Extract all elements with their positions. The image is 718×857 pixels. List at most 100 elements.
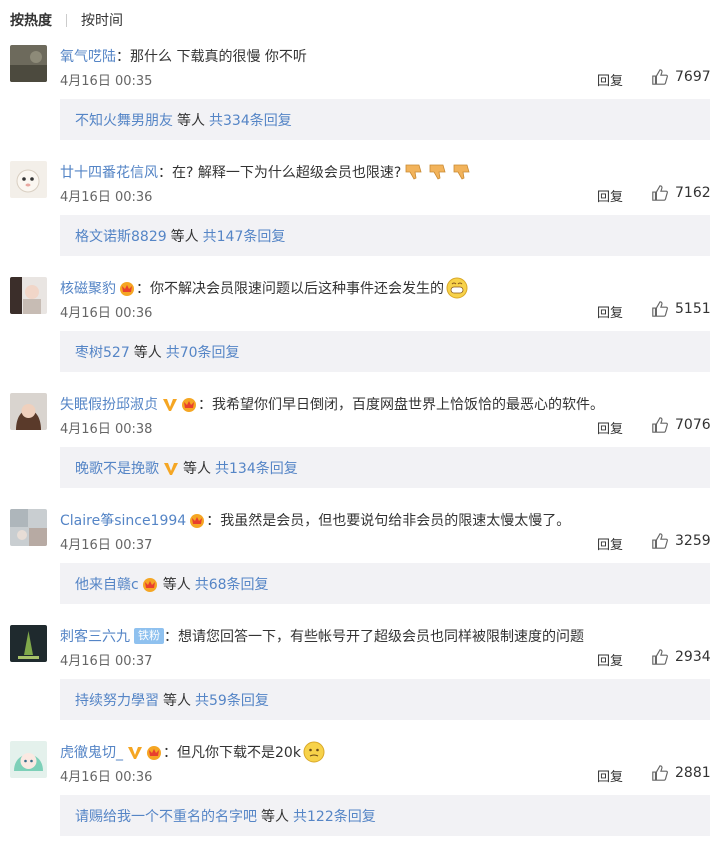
sort-by-time-tab[interactable]: 按时间 bbox=[81, 10, 123, 30]
thumbs-up-icon bbox=[652, 649, 668, 665]
verified-v-icon bbox=[162, 396, 178, 412]
comment-username[interactable]: 氧气呓陆 bbox=[60, 46, 116, 66]
sub-reply-user[interactable]: 枣树527 bbox=[75, 342, 130, 362]
like-button[interactable]: 5151 bbox=[651, 300, 711, 318]
comment-date: 4月16日 00:36 bbox=[60, 306, 153, 321]
sub-reply-count[interactable]: 共122条回复 bbox=[293, 806, 376, 826]
sub-reply-count[interactable]: 共68条回复 bbox=[195, 574, 269, 594]
thumbs-up-icon bbox=[652, 765, 668, 781]
thumbs-up-icon bbox=[652, 417, 668, 433]
sub-reply-summary[interactable]: 格文诺斯8829 等人 共147条回复 bbox=[60, 215, 710, 256]
comment-line: 刺客三六九 铁粉 ： 想请您回答一下，有些帐号开了超级会员也同样被限制速度的问题 bbox=[60, 625, 584, 647]
vip-crown-icon bbox=[188, 511, 206, 529]
comment-username[interactable]: 核磁聚豹 bbox=[60, 278, 116, 298]
verified-v-icon bbox=[163, 460, 179, 476]
sort-bar: 按热度 按时间 bbox=[10, 9, 123, 31]
like-count: 3259 bbox=[675, 533, 711, 549]
sort-by-hot-tab[interactable]: 按热度 bbox=[10, 10, 52, 30]
comment-date: 4月16日 00:38 bbox=[60, 422, 153, 437]
like-count: 2881 bbox=[675, 765, 711, 781]
reply-button[interactable]: 回复 bbox=[597, 186, 623, 205]
sub-reply-summary[interactable]: 请赐给我一个不重名的名字吧 等人 共122条回复 bbox=[60, 795, 710, 836]
like-button[interactable]: 7076 bbox=[651, 416, 711, 434]
sub-reply-user[interactable]: 请赐给我一个不重名的名字吧 bbox=[75, 806, 257, 826]
sub-reply-user[interactable]: 他来自赣c bbox=[75, 574, 139, 594]
like-count: 5151 bbox=[675, 301, 711, 317]
thumbs-up-icon bbox=[652, 185, 668, 201]
divider bbox=[66, 13, 67, 27]
comment-item: 刺客三六九 铁粉 ： 想请您回答一下，有些帐号开了超级会员也同样被限制速度的问题… bbox=[0, 625, 718, 741]
sub-reply-user[interactable]: 不知火舞男朋友 bbox=[75, 110, 173, 130]
sub-reply-user[interactable]: 晚歌不是挽歌 bbox=[75, 458, 159, 478]
reply-button[interactable]: 回复 bbox=[597, 766, 623, 785]
comment-line: Claire筝since1994 ： 我虽然是会员，但也要说句给非会员的限速太慢… bbox=[60, 509, 570, 531]
fan-badge: 铁粉 bbox=[134, 628, 164, 644]
vip-crown-icon bbox=[145, 743, 163, 761]
avatar[interactable] bbox=[10, 393, 47, 430]
sub-reply-user[interactable]: 格文诺斯8829 bbox=[75, 226, 167, 246]
thumbs-down-emoji-icon bbox=[451, 161, 473, 183]
like-button[interactable]: 7162 bbox=[651, 184, 711, 202]
avatar[interactable] bbox=[10, 741, 47, 778]
comment-line: 廿十四番花信风 ： 在? 解释一下为什么超级会员也限速? bbox=[60, 161, 473, 183]
sub-reply-count[interactable]: 共147条回复 bbox=[203, 226, 286, 246]
comment-username[interactable]: Claire筝since1994 bbox=[60, 510, 186, 530]
comment-text: 在? 解释一下为什么超级会员也限速? bbox=[172, 165, 402, 181]
comment-date: 4月16日 00:37 bbox=[60, 654, 153, 669]
comment-text: 想请您回答一下，有些帐号开了超级会员也同样被限制速度的问题 bbox=[178, 629, 584, 645]
sub-reply-count[interactable]: 共59条回复 bbox=[195, 690, 269, 710]
thinking-emoji-icon bbox=[303, 741, 325, 763]
comment-date: 4月16日 00:36 bbox=[60, 770, 153, 785]
sub-reply-summary[interactable]: 他来自赣c 等人 共68条回复 bbox=[60, 563, 710, 604]
like-button[interactable]: 7697 bbox=[651, 68, 711, 86]
vip-crown-icon bbox=[141, 575, 159, 593]
thumbs-down-emoji-icon bbox=[403, 161, 425, 183]
comment-date: 4月16日 00:35 bbox=[60, 74, 153, 89]
like-count: 2934 bbox=[675, 649, 711, 665]
comment-line: 氧气呓陆 ： 那什么 下载真的很慢 你不听 bbox=[60, 45, 307, 67]
sub-reply-summary[interactable]: 晚歌不是挽歌 等人 共134条回复 bbox=[60, 447, 710, 488]
reply-button[interactable]: 回复 bbox=[597, 302, 623, 321]
comment-text: 我希望你们早日倒闭，百度网盘世界上恰饭恰的最恶心的软件。 bbox=[212, 397, 604, 413]
comment-text: 那什么 下载真的很慢 你不听 bbox=[130, 49, 307, 65]
reply-button[interactable]: 回复 bbox=[597, 70, 623, 89]
like-count: 7162 bbox=[675, 185, 711, 201]
sub-reply-summary[interactable]: 不知火舞男朋友 等人 共334条回复 bbox=[60, 99, 710, 140]
like-button[interactable]: 2881 bbox=[651, 764, 711, 782]
avatar[interactable] bbox=[10, 277, 47, 314]
comment-item: 氧气呓陆 ： 那什么 下载真的很慢 你不听 4月16日 00:35 回复 769… bbox=[0, 45, 718, 161]
comment-item: 廿十四番花信风 ： 在? 解释一下为什么超级会员也限速? 4月16日 00:36… bbox=[0, 161, 718, 277]
like-button[interactable]: 3259 bbox=[651, 532, 711, 550]
avatar[interactable] bbox=[10, 161, 47, 198]
avatar[interactable] bbox=[10, 45, 47, 82]
sub-reply-user[interactable]: 持续努力學習 bbox=[75, 690, 159, 710]
comment-username[interactable]: 失眠假扮邱淑贞 bbox=[60, 394, 158, 414]
avatar[interactable] bbox=[10, 509, 47, 546]
like-count: 7697 bbox=[675, 69, 711, 85]
vip-crown-icon bbox=[180, 395, 198, 413]
comment-item: 核磁聚豹 ： 你不解决会员限速问题以后这种事件还会发生的 4月16日 00:36… bbox=[0, 277, 718, 393]
sub-reply-count[interactable]: 共70条回复 bbox=[166, 342, 240, 362]
reply-button[interactable]: 回复 bbox=[597, 418, 623, 437]
sub-reply-count[interactable]: 共134条回复 bbox=[215, 458, 298, 478]
reply-button[interactable]: 回复 bbox=[597, 534, 623, 553]
sub-reply-count[interactable]: 共334条回复 bbox=[209, 110, 292, 130]
grin-emoji-icon bbox=[446, 277, 468, 299]
reply-button[interactable]: 回复 bbox=[597, 650, 623, 669]
comment-username[interactable]: 廿十四番花信风 bbox=[60, 162, 158, 182]
comment-username[interactable]: 虎徹鬼切_ bbox=[60, 742, 123, 762]
thumbs-up-icon bbox=[652, 69, 668, 85]
like-button[interactable]: 2934 bbox=[651, 648, 711, 666]
thumbs-up-icon bbox=[652, 533, 668, 549]
sub-reply-summary[interactable]: 枣树527 等人 共70条回复 bbox=[60, 331, 710, 372]
comment-date: 4月16日 00:36 bbox=[60, 190, 153, 205]
avatar[interactable] bbox=[10, 625, 47, 662]
comment-text: 但凡你下载不是20k bbox=[177, 745, 301, 761]
comment-line: 虎徹鬼切_ ： 但凡你下载不是20k bbox=[60, 741, 325, 763]
like-count: 7076 bbox=[675, 417, 711, 433]
verified-v-icon bbox=[127, 744, 143, 760]
comment-username[interactable]: 刺客三六九 bbox=[60, 626, 130, 646]
vip-crown-icon bbox=[118, 279, 136, 297]
comment-date: 4月16日 00:37 bbox=[60, 538, 153, 553]
sub-reply-summary[interactable]: 持续努力學習 等人 共59条回复 bbox=[60, 679, 710, 720]
